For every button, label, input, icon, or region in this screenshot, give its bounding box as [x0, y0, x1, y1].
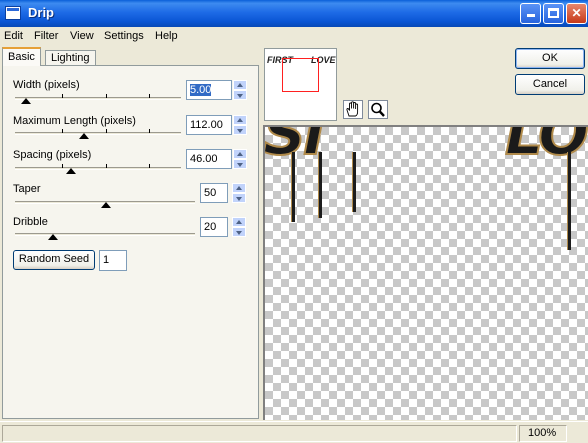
spin-down-icon[interactable] — [233, 159, 247, 169]
menu-help[interactable]: Help — [155, 30, 178, 42]
width-label: Width (pixels) — [13, 79, 80, 91]
spacing-spinner[interactable] — [233, 149, 247, 169]
spacing-slider[interactable] — [15, 167, 181, 170]
max-length-input[interactable]: 112.00 — [186, 115, 232, 135]
preview-right-text: LO — [504, 125, 588, 170]
spacing-label: Spacing (pixels) — [13, 149, 92, 161]
viewport-frame[interactable] — [282, 58, 319, 92]
menu-filter[interactable]: Filter — [34, 30, 58, 42]
tab-basic[interactable]: Basic — [2, 47, 41, 66]
slider-tick — [149, 129, 150, 133]
spacing-input[interactable]: 46.00 — [186, 149, 232, 169]
title-bar: Drip ✕ — [0, 0, 588, 27]
drip-stroke — [291, 152, 295, 222]
dribble-slider-thumb[interactable] — [48, 234, 58, 240]
slider-tick — [62, 94, 63, 98]
hand-icon — [346, 101, 359, 117]
slider-tick — [62, 129, 63, 133]
slider-tick — [106, 164, 107, 168]
menu-bar: Edit Filter View Settings Help — [0, 27, 588, 46]
taper-input[interactable]: 50 — [200, 183, 228, 203]
settings-panel: Width (pixels) 5.00 Maximum Length (pixe… — [2, 65, 259, 419]
spin-up-icon[interactable] — [232, 217, 246, 227]
dribble-label: Dribble — [13, 216, 48, 228]
drip-stroke — [352, 152, 356, 212]
taper-spinner[interactable] — [232, 183, 246, 203]
spin-down-icon[interactable] — [232, 227, 246, 237]
slider-tick — [106, 129, 107, 133]
max-length-spinner[interactable] — [233, 115, 247, 135]
spin-down-icon[interactable] — [233, 90, 247, 100]
menu-edit[interactable]: Edit — [4, 30, 23, 42]
cancel-button[interactable]: Cancel — [515, 74, 585, 95]
dribble-slider[interactable] — [15, 233, 195, 236]
zoom-tool-button[interactable] — [368, 100, 388, 119]
status-pane — [2, 425, 517, 442]
pan-tool-button[interactable] — [343, 100, 363, 119]
maximize-icon — [548, 8, 559, 18]
minimize-icon — [526, 14, 535, 17]
status-bar: 100% — [0, 421, 588, 443]
maximize-button[interactable] — [543, 3, 564, 24]
width-slider-thumb[interactable] — [21, 98, 31, 104]
slider-tick — [149, 164, 150, 168]
menu-settings[interactable]: Settings — [104, 30, 144, 42]
spin-down-icon[interactable] — [232, 193, 246, 203]
width-slider[interactable] — [15, 97, 181, 100]
menu-view[interactable]: View — [70, 30, 94, 42]
spin-down-icon[interactable] — [233, 125, 247, 135]
max-length-slider-thumb[interactable] — [79, 133, 89, 139]
drip-stroke — [318, 152, 322, 218]
spin-up-icon[interactable] — [233, 149, 247, 159]
minimize-button[interactable] — [520, 3, 541, 24]
taper-label: Taper — [13, 183, 41, 195]
magnifier-icon — [371, 102, 385, 117]
spin-up-icon[interactable] — [233, 115, 247, 125]
max-length-slider[interactable] — [15, 132, 181, 135]
random-seed-input[interactable]: 1 — [99, 250, 127, 271]
spin-up-icon[interactable] — [232, 183, 246, 193]
dribble-spinner[interactable] — [232, 217, 246, 237]
spacing-slider-thumb[interactable] — [66, 168, 76, 174]
slider-tick — [149, 94, 150, 98]
max-length-label: Maximum Length (pixels) — [13, 115, 136, 127]
taper-slider-thumb[interactable] — [101, 202, 111, 208]
slider-tick — [62, 164, 63, 168]
drip-stroke — [567, 152, 571, 250]
random-seed-button[interactable]: Random Seed — [13, 250, 95, 270]
spin-up-icon[interactable] — [233, 80, 247, 90]
width-value: 5.00 — [190, 84, 212, 96]
preview-thumbnail[interactable]: FIRST LOVE — [264, 48, 337, 121]
close-button[interactable]: ✕ — [566, 3, 587, 24]
width-spinner[interactable] — [233, 80, 247, 100]
preview-canvas[interactable]: SI LO — [263, 125, 588, 420]
window-title: Drip — [28, 5, 54, 20]
width-input[interactable]: 5.00 — [186, 80, 232, 100]
slider-tick — [106, 94, 107, 98]
dribble-input[interactable]: 20 — [200, 217, 228, 237]
zoom-level: 100% — [528, 427, 557, 439]
ok-button[interactable]: OK — [515, 48, 585, 69]
app-icon — [5, 6, 21, 20]
tab-lighting[interactable]: Lighting — [45, 50, 96, 66]
close-icon: ✕ — [571, 6, 582, 20]
